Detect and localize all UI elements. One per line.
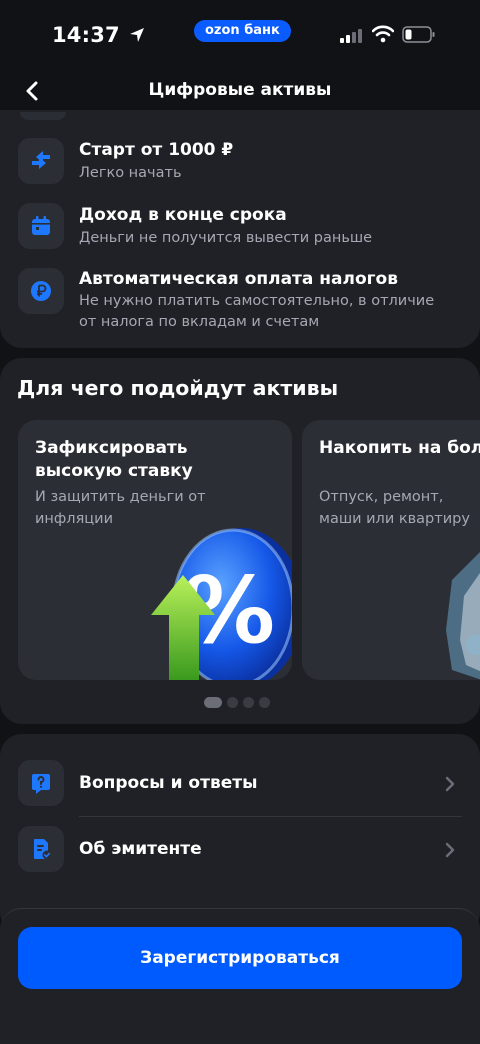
carousel-indicator[interactable] bbox=[204, 697, 270, 708]
page-title: Цифровые активы bbox=[148, 80, 332, 100]
carousel-dot[interactable] bbox=[243, 697, 254, 708]
promo-title: Накопить на больш bbox=[319, 438, 480, 458]
issuer-row[interactable]: Об эмитенте bbox=[0, 826, 480, 874]
divider bbox=[79, 816, 462, 817]
app-pill[interactable]: ozon банк bbox=[194, 20, 291, 42]
feature-title: Автоматическая оплата налогов bbox=[79, 269, 398, 289]
chevron-right-icon bbox=[445, 842, 455, 858]
faq-label: Вопросы и ответы bbox=[79, 773, 258, 793]
carousel-dot[interactable] bbox=[259, 697, 270, 708]
promo-title: Зафиксировать высокую ставку bbox=[35, 438, 193, 481]
battery-icon bbox=[402, 26, 435, 43]
section-title: Для чего подойдут активы bbox=[17, 376, 339, 400]
question-icon bbox=[18, 760, 64, 806]
promo-card[interactable]: Зафиксировать высокую ставку И защитить … bbox=[18, 420, 292, 680]
cellular-signal-icon bbox=[340, 29, 362, 43]
ruble-coin-icon bbox=[18, 268, 64, 314]
feature-title: Старт от 1000 ₽ bbox=[79, 140, 234, 160]
status-bar: 14:37 ozon банк bbox=[0, 0, 480, 70]
document-check-icon bbox=[18, 826, 64, 872]
register-button[interactable]: Зарегистрироваться bbox=[18, 927, 462, 989]
status-time: 14:37 bbox=[52, 23, 145, 47]
promo-subtitle: Отпуск, ремонт, маши или квартиру bbox=[319, 489, 470, 527]
faq-row[interactable]: Вопросы и ответы bbox=[0, 760, 480, 808]
promo-card[interactable]: Накопить на больш Отпуск, ремонт, маши и… bbox=[302, 420, 480, 680]
carousel-dot-active[interactable] bbox=[204, 697, 222, 708]
feature-subtitle: Легко начать bbox=[79, 165, 182, 181]
calendar-icon bbox=[18, 203, 64, 249]
percent-coin-illustration: % bbox=[151, 528, 292, 680]
scrolled-icon-edge bbox=[20, 112, 66, 120]
feature-subtitle: Не нужно платить самостоятельно, в отлич… bbox=[79, 293, 435, 330]
location-arrow-icon bbox=[130, 28, 145, 42]
chevron-right-icon bbox=[445, 776, 455, 792]
wifi-icon bbox=[372, 25, 394, 43]
feature-subtitle: Деньги не получится вывести раньше bbox=[79, 230, 373, 246]
issuer-label: Об эмитенте bbox=[79, 839, 202, 859]
shield-lock-illustration bbox=[446, 552, 480, 680]
uses-card: Зафиксировать высокую ставку И защитить … bbox=[0, 358, 480, 724]
transfer-arrows-icon bbox=[18, 138, 64, 184]
carousel-dot[interactable] bbox=[227, 697, 238, 708]
feature-title: Доход в конце срока bbox=[79, 205, 287, 225]
